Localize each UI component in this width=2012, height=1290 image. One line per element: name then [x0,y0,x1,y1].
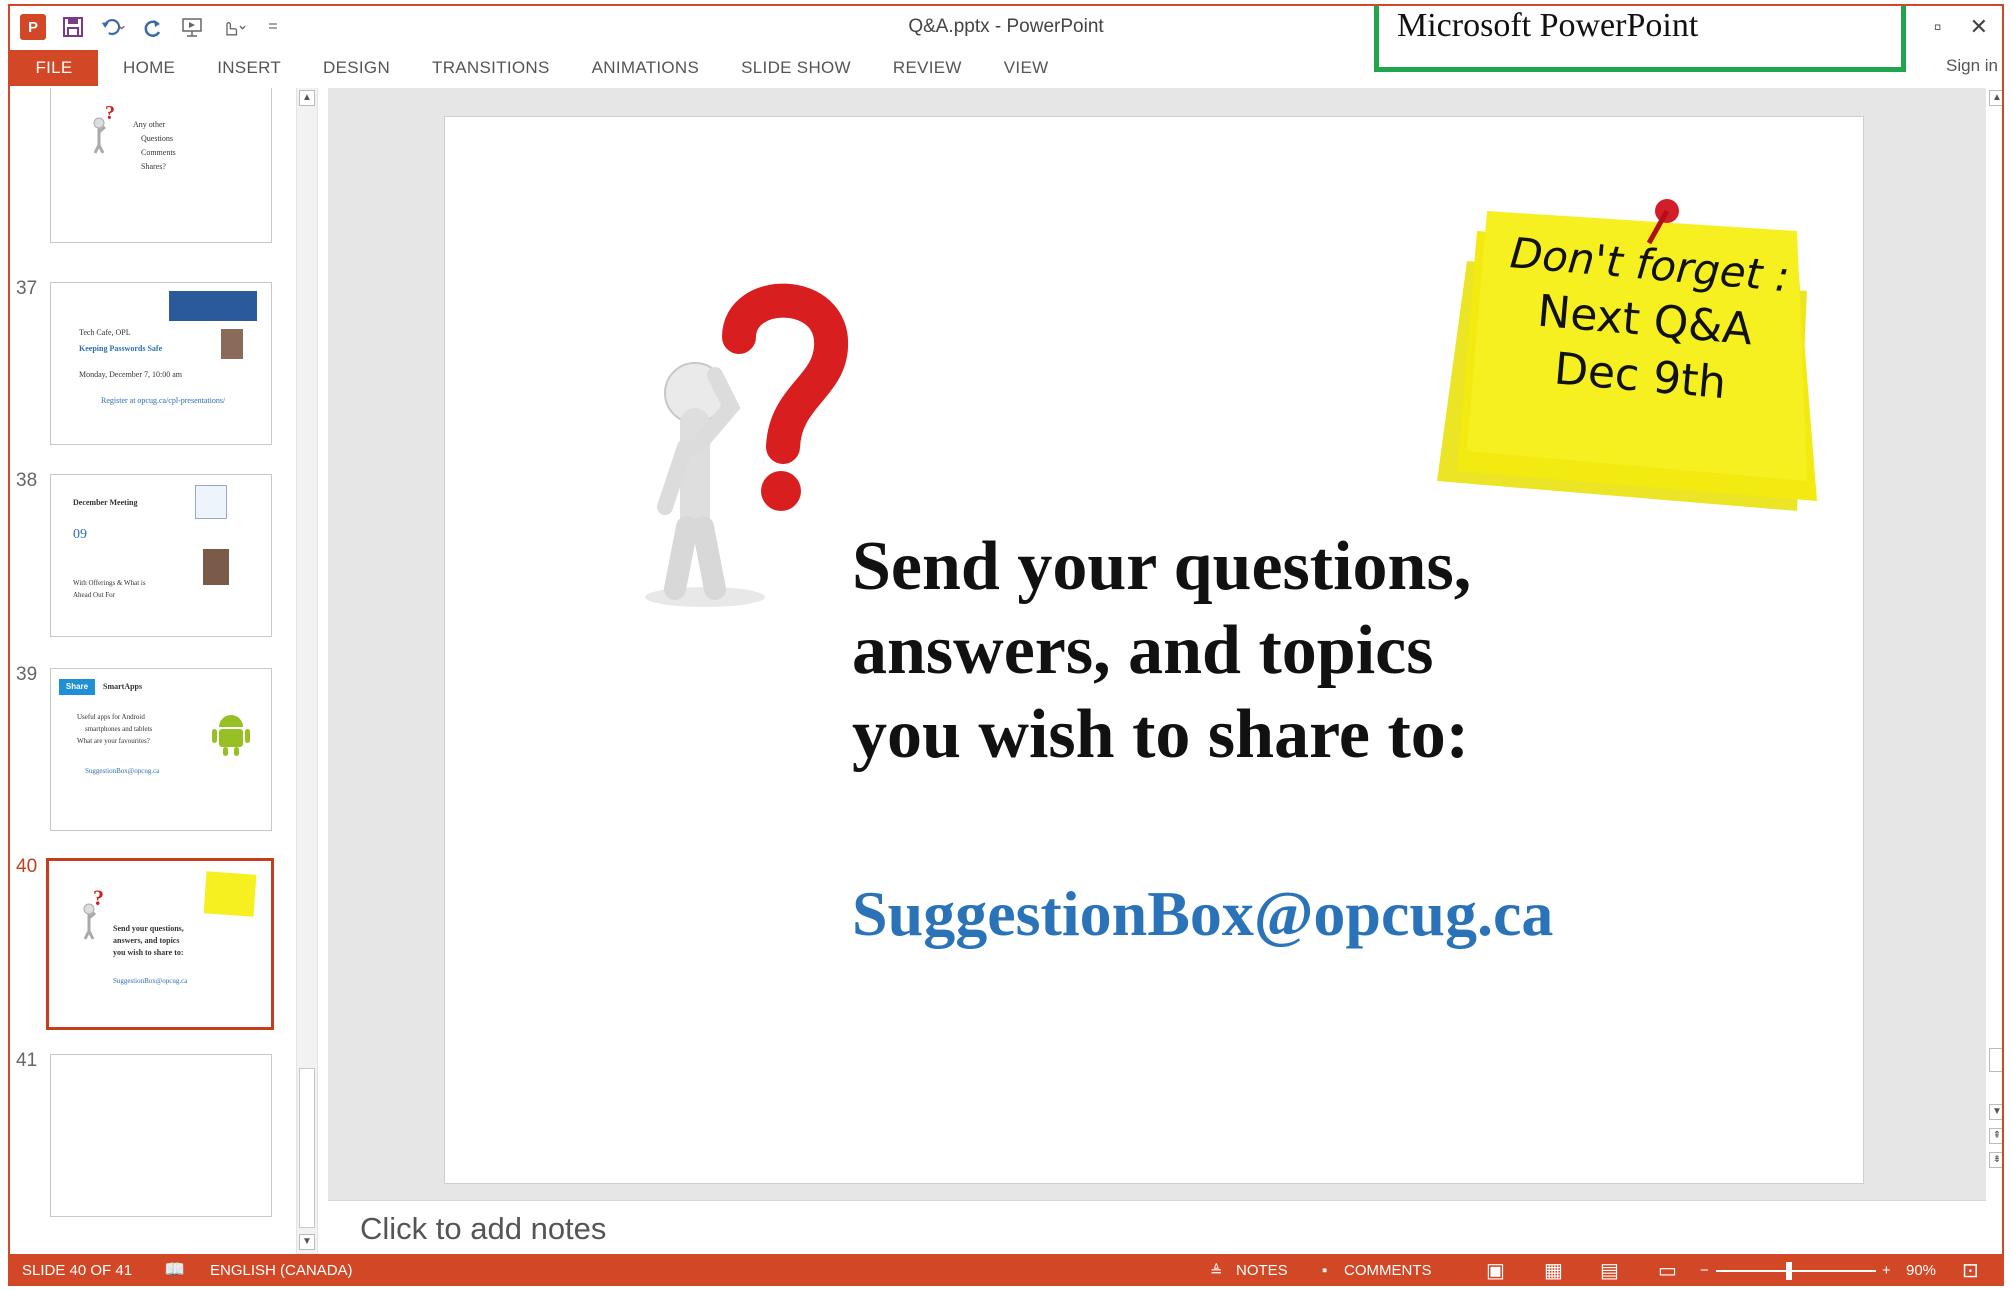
thumb-text: SuggestionBox@opcug.ca [113,977,188,985]
slide-number: 40 [16,856,38,877]
slide-thumbnails-pane: ? Any other Questions Comments Shares? 3… [10,88,328,1254]
tab-view[interactable]: VIEW [983,50,1070,86]
tab-slide-show[interactable]: SLIDE SHOW [720,50,872,86]
thumb-sticky-note [203,871,257,917]
fit-to-window-icon[interactable]: ⊡ [1962,1258,1979,1283]
thumb-photo [203,549,229,585]
tab-insert[interactable]: INSERT [196,50,302,86]
tab-home[interactable]: HOME [102,50,196,86]
thumb-text: Ahead Out For [73,591,115,599]
thumb-badge: Share [59,679,95,695]
tab-transitions[interactable]: TRANSITIONS [411,50,571,86]
slide-thumbnail-37[interactable]: Tech Cafe, OPL Keeping Passwords Safe Mo… [50,282,272,445]
ribbon-tabs: FILE HOME INSERT DESIGN TRANSITIONS ANIM… [10,50,2002,86]
notes-button[interactable]: NOTES [1236,1262,1288,1279]
powerpoint-window: P Q&A.pptx - PowerPoint ▫ ✕ Microsoft Po… [8,4,2004,1286]
thumb-text: Questions [141,134,173,143]
thumb-text: Monday, December 7, 10:00 am [79,370,183,379]
slide-editor: Don't forget : Next Q&A Dec 9th Send you… [328,88,1986,1200]
next-slide-icon[interactable]: ⇟ [1989,1152,2002,1168]
thumb-text: you wish to share to: [113,948,184,957]
slide-show-icon[interactable]: ▭ [1658,1258,1677,1283]
thumb-text: answers, and topics [113,936,180,945]
callout-text: Microsoft PowerPoint [1397,7,1699,44]
thumb-text: SuggestionBox@opcug.ca [85,767,160,775]
thumb-logo [195,485,227,519]
scroll-up-icon[interactable]: ▲ [299,90,315,106]
scroll-up-icon[interactable]: ▲ [1989,90,2002,106]
scrollbar-thumb[interactable] [299,1068,315,1228]
thumb-text: smartphones and tablets [85,725,153,733]
maximize-icon[interactable]: ▫ [1934,14,1942,40]
thumb-text: 09 [73,527,87,542]
current-slide[interactable]: Don't forget : Next Q&A Dec 9th Send you… [444,116,1864,1184]
tab-review[interactable]: REVIEW [872,50,983,86]
notes-icon[interactable]: ≜ [1210,1262,1223,1280]
thumb-text: Tech Cafe, OPL [79,328,131,337]
window-controls: ▫ ✕ [1934,14,1988,40]
question-figure-icon [645,283,848,607]
language-indicator[interactable]: ENGLISH (CANADA) [210,1262,353,1279]
thumb-text: Useful apps for Android [77,713,145,721]
slide-thumbnail-36[interactable]: ? Any other Questions Comments Shares? [50,88,272,243]
notes-pane[interactable]: Click to add notes [328,1200,1986,1254]
editor-scrollbar[interactable]: ▲ ▼ ⇞ ⇟ [1988,88,2002,1248]
sticky-note-text: Don't forget : Next Q&A Dec 9th [1488,224,1802,418]
thumb-text: Keeping Passwords Safe [79,344,163,353]
zoom-slider-thumb[interactable] [1786,1262,1792,1280]
android-icon [212,715,250,756]
thumb-text: With Offerings & What is [73,579,146,587]
previous-slide-icon[interactable]: ⇞ [1989,1128,2002,1144]
slide-position-indicator: SLIDE 40 OF 41 [22,1262,133,1279]
scroll-down-icon[interactable]: ▼ [1989,1104,2002,1120]
slide-thumbnail-40-selected[interactable]: ? Send your questions, answers, and topi… [46,858,274,1030]
zoom-out-icon[interactable]: − [1700,1262,1709,1279]
slide-email-link[interactable]: SuggestionBox@opcug.ca [852,877,1553,951]
slide-line-2: answers, and topics [852,612,1434,689]
slide-body-text[interactable]: Send your questions, answers, and topics… [852,525,1471,777]
sign-in-link[interactable]: Sign in [1946,56,1998,76]
thumb-text: What are your favourites? [77,737,150,745]
comments-button[interactable]: COMMENTS [1344,1262,1432,1279]
slide-thumbnail-39[interactable]: Share SmartApps Useful apps for Android … [50,668,272,831]
thumb-text: Shares? [141,162,166,171]
status-bar: SLIDE 40 OF 41 📖 ENGLISH (CANADA) ≜ NOTE… [10,1254,2002,1284]
comments-icon[interactable]: ▪ [1322,1262,1327,1279]
slide-thumbnail-38[interactable]: December Meeting 09 With Offerings & Wha… [50,474,272,637]
question-figure-icon: ? [93,102,115,154]
normal-view-icon[interactable]: ▣ [1486,1258,1505,1283]
zoom-level[interactable]: 90% [1906,1262,1936,1279]
slide-number: 39 [16,664,38,685]
thumb-banner [169,291,257,321]
slide-number: 37 [16,278,38,299]
thumb-text: December Meeting [73,498,138,507]
tab-design[interactable]: DESIGN [302,50,411,86]
thumb-text: Comments [141,148,176,157]
slide-sorter-icon[interactable]: ▦ [1544,1258,1563,1283]
notes-placeholder[interactable]: Click to add notes [360,1211,606,1247]
thumb-text: Register at opcug.ca/cpl-presentations/ [101,396,226,405]
slide-line-3: you wish to share to: [852,696,1470,773]
scrollbar-thumb[interactable] [1989,1048,2002,1072]
svg-text:?: ? [93,887,104,910]
tab-file[interactable]: FILE [10,50,98,86]
thumb-text: Any other [133,120,166,129]
svg-text:?: ? [105,102,115,124]
thumb-photo [221,329,243,359]
slide-line-1: Send your questions, [852,528,1472,605]
close-icon[interactable]: ✕ [1970,14,1988,40]
question-figure-icon: ? [83,887,104,940]
slide-number: 41 [16,1050,38,1071]
scroll-down-icon[interactable]: ▼ [299,1234,315,1250]
zoom-in-icon[interactable]: + [1882,1262,1891,1279]
slide-thumbnail-41[interactable] [50,1054,272,1217]
spell-check-icon[interactable]: 📖 [164,1260,185,1280]
thumb-text: Send your questions, [113,924,184,933]
zoom-slider[interactable] [1716,1270,1876,1272]
thumbnails-scrollbar[interactable]: ▲ ▼ [296,88,318,1254]
tab-animations[interactable]: ANIMATIONS [571,50,721,86]
thumb-text: SmartApps [103,682,143,691]
reading-view-icon[interactable]: ▤ [1600,1258,1619,1283]
slide-number: 38 [16,470,38,491]
